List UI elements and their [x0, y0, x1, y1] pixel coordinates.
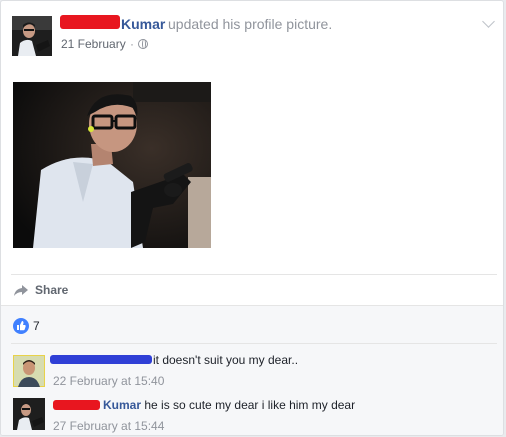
author-avatar[interactable] — [12, 16, 52, 56]
redacted-name — [60, 15, 120, 29]
commenter-avatar[interactable] — [13, 398, 45, 430]
comment-text: he is so cute my dear i like him my dear — [144, 398, 356, 412]
commenter-name-link[interactable]: Kumar — [103, 398, 141, 412]
share-button[interactable]: Share — [13, 281, 68, 299]
author-name-link[interactable]: Kumar — [121, 16, 165, 32]
thumbs-up-icon[interactable] — [13, 318, 29, 334]
author-avatar-image — [12, 16, 52, 56]
comment-time-link[interactable]: 22 February at 15:40 — [53, 374, 164, 388]
post-card: Kumar updated his profile picture. 21 Fe… — [0, 0, 504, 436]
profile-picture-image — [13, 82, 211, 248]
date-separator: · — [130, 37, 134, 51]
post-date-link[interactable]: 21 February — [61, 37, 126, 51]
comment-text: it doesn't suit you my dear.. — [153, 353, 299, 367]
profile-picture[interactable] — [13, 82, 211, 248]
redacted-commenter-name — [53, 400, 100, 410]
comment-time-link[interactable]: 27 February at 15:44 — [53, 419, 164, 433]
redacted-commenter-name — [50, 355, 152, 364]
share-label: Share — [35, 283, 69, 297]
post-action-text: updated his profile picture. — [168, 16, 333, 32]
commenter-avatar-image — [13, 355, 45, 387]
commenter-avatar[interactable] — [13, 355, 45, 387]
comments-section — [1, 305, 503, 435]
comments-divider — [11, 343, 497, 344]
actions-divider-top — [11, 274, 497, 275]
globe-icon[interactable] — [138, 39, 148, 49]
commenter-avatar-image — [13, 398, 45, 430]
chevron-down-icon[interactable] — [482, 15, 495, 28]
reaction-count[interactable]: 7 — [33, 319, 40, 333]
share-arrow-icon — [13, 284, 29, 297]
comment-line: Kumar he is so cute my dear i like him m… — [103, 398, 355, 412]
